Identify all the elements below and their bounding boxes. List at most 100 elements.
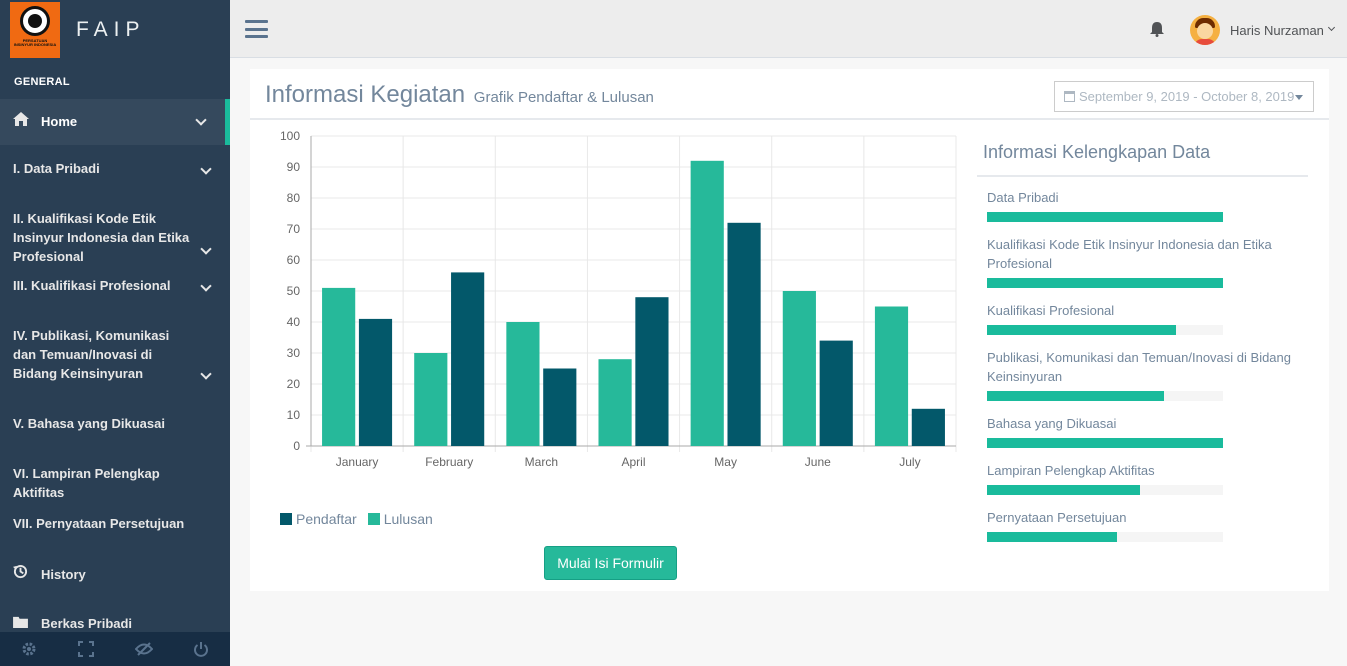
progress-bar <box>987 325 1223 335</box>
chevron-down-icon <box>200 243 212 255</box>
completeness-section: Informasi Kelengkapan Data Data Pribadi K… <box>977 137 1308 542</box>
y-tick-label: 70 <box>287 222 301 236</box>
sidebar-item-label: III. Kualifikasi Profesional <box>13 278 171 293</box>
completeness-label: Pernyataan Persetujuan <box>987 510 1127 525</box>
date-range-picker[interactable]: September 9, 2019 - October 8, 2019 <box>1054 81 1314 112</box>
start-form-button[interactable]: Mulai Isi Formulir <box>544 546 677 580</box>
completeness-item: Pernyataan Persetujuan <box>977 508 1308 542</box>
sidebar-item-data-pribadi[interactable]: I. Data Pribadi <box>0 145 230 195</box>
eye-slash-icon[interactable] <box>115 632 173 666</box>
completeness-item: Publikasi, Komunikasi dan Temuan/Inovasi… <box>977 348 1308 401</box>
completeness-item: Data Pribadi <box>977 188 1308 222</box>
logo-text: PERSATUAN INSINYUR INDONESIA <box>13 38 57 47</box>
calendar-icon <box>1064 91 1075 102</box>
sidebar-item-label: II. Kualifikasi Kode Etik Insinyur Indon… <box>13 211 190 264</box>
completeness-list: Data Pribadi Kualifikasi Kode Etik Insiny… <box>977 188 1308 542</box>
gear-icon[interactable] <box>0 632 58 666</box>
panel-header: Informasi Kegiatan Grafik Pendaftar & Lu… <box>250 69 1329 120</box>
sidebar-item-lampiran[interactable]: VI. Lampiran Pelengkap Aktifitas <box>0 452 230 502</box>
bar-pendaftar-january <box>358 318 393 446</box>
logo-emblem <box>20 6 50 36</box>
progress-bar <box>987 532 1223 542</box>
chevron-down-icon <box>1327 23 1335 31</box>
progress-bar <box>987 212 1223 222</box>
progress-bar-fill <box>987 325 1176 335</box>
sidebar-item-label: VI. Lampiran Pelengkap Aktifitas <box>13 466 160 500</box>
user-menu[interactable]: Haris Nurzaman <box>1190 15 1335 45</box>
chevron-down-icon <box>200 280 212 292</box>
bar-pendaftar-july <box>911 408 945 446</box>
chevron-down-icon <box>200 368 212 380</box>
bar-lulusan-march <box>506 322 540 446</box>
completeness-label: Publikasi, Komunikasi dan Temuan/Inovasi… <box>987 350 1291 384</box>
progress-bar-fill <box>987 532 1117 542</box>
bar-pendaftar-june <box>819 340 853 446</box>
progress-bar <box>987 278 1223 288</box>
completeness-item: Kualifikasi Kode Etik Insinyur Indonesia… <box>977 235 1308 288</box>
y-tick-label: 0 <box>293 439 300 453</box>
chart-svg: 0 10 20 30 40 50 60 70 80 90 100 January February Mar… <box>280 129 957 469</box>
sidebar-footer <box>0 632 230 666</box>
legend-item-pendaftar[interactable]: Pendaftar <box>280 511 357 527</box>
sidebar-item-publikasi[interactable]: IV. Publikasi, Komunikasi dan Temuan/Ino… <box>0 314 230 402</box>
menu-toggle-icon[interactable] <box>245 20 268 38</box>
y-tick-label: 30 <box>287 346 301 360</box>
completeness-item: Kualifikasi Profesional <box>977 301 1308 335</box>
brand[interactable]: PERSATUAN INSINYUR INDONESIA FAIP <box>0 0 230 60</box>
brand-name: FAIP <box>76 18 146 41</box>
sidebar-item-label: I. Data Pribadi <box>13 161 100 176</box>
sidebar-item-bahasa[interactable]: V. Bahasa yang Dikuasai <box>0 402 230 452</box>
sidebar-item-label: VII. Pernyataan Persetujuan <box>13 516 185 531</box>
sidebar-item-kualifikasi-profesional[interactable]: III. Kualifikasi Profesional <box>0 264 230 314</box>
bar-pendaftar-april <box>635 297 669 446</box>
date-range-text: September 9, 2019 - October 8, 2019 <box>1079 89 1295 104</box>
sidebar-item-history[interactable]: History <box>0 552 230 602</box>
bell-icon[interactable] <box>1150 21 1164 37</box>
avatar <box>1190 15 1220 45</box>
completeness-label: Data Pribadi <box>987 190 1059 205</box>
legend-item-lulusan[interactable]: Lulusan <box>367 511 433 527</box>
completeness-item: Bahasa yang Dikuasai <box>977 414 1308 448</box>
progress-bar <box>987 438 1223 448</box>
y-tick-label: 50 <box>287 284 301 298</box>
sidebar: PERSATUAN INSINYUR INDONESIA FAIP GENERA… <box>0 0 230 666</box>
power-icon[interactable] <box>173 632 231 666</box>
sidebar-item-home[interactable]: Home <box>0 99 230 145</box>
menu-section-title: GENERAL <box>14 76 70 88</box>
progress-bar <box>987 485 1223 495</box>
bar-lulusan-january <box>322 287 356 446</box>
progress-bar <box>987 391 1223 401</box>
sidebar-item-label: Home <box>41 114 78 129</box>
fullscreen-icon[interactable] <box>58 632 116 666</box>
sidebar-item-persetujuan[interactable]: VII. Pernyataan Persetujuan <box>0 502 230 552</box>
bar-pendaftar-february <box>451 272 485 446</box>
x-tick-label: February <box>425 455 473 469</box>
y-tick-label: 10 <box>287 408 301 422</box>
completeness-item: Lampiran Pelengkap Aktifitas <box>977 461 1308 495</box>
completeness-title: Informasi Kelengkapan Data <box>977 137 1308 177</box>
sidebar-item-label: V. Bahasa yang Dikuasai <box>13 416 165 431</box>
sidebar-item-label: IV. Publikasi, Komunikasi dan Temuan/Ino… <box>13 328 170 381</box>
history-icon <box>13 564 31 584</box>
bar-lulusan-july <box>874 306 909 446</box>
chevron-down-icon <box>195 114 207 126</box>
legend-label: Lulusan <box>383 511 433 527</box>
logo: PERSATUAN INSINYUR INDONESIA <box>10 2 60 58</box>
y-tick-label: 60 <box>287 253 301 267</box>
x-tick-label: July <box>899 455 920 469</box>
x-tick-label: April <box>621 455 645 469</box>
bar-pendaftar-may <box>727 222 761 446</box>
y-tick-label: 80 <box>287 191 301 205</box>
sidebar-item-label: History <box>41 567 86 582</box>
x-tick-label: January <box>336 455 379 469</box>
user-name: Haris Nurzaman <box>1230 22 1324 38</box>
completeness-label: Kualifikasi Kode Etik Insinyur Indonesia… <box>987 237 1272 271</box>
legend-swatch <box>280 513 292 525</box>
completeness-label: Kualifikasi Profesional <box>987 303 1115 318</box>
page-title: Informasi Kegiatan Grafik Pendaftar & Lu… <box>265 81 654 109</box>
panel-title-text: Informasi Kegiatan <box>265 81 466 108</box>
bar-lulusan-april <box>598 359 632 446</box>
chart-legend: Pendaftar Lulusan <box>280 511 444 527</box>
sidebar-item-kode-etik[interactable]: II. Kualifikasi Kode Etik Insinyur Indon… <box>0 195 230 264</box>
legend-swatch <box>367 513 380 525</box>
